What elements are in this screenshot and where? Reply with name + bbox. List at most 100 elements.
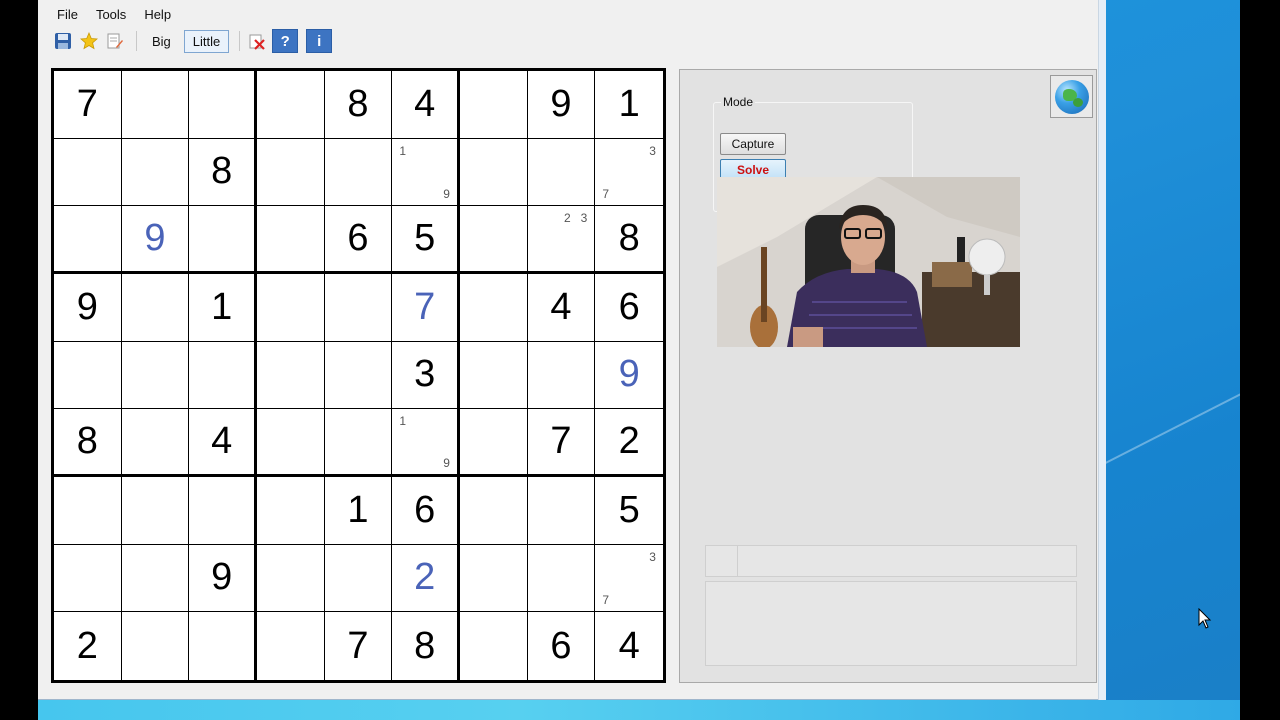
- sudoku-cell[interactable]: [459, 544, 528, 613]
- sudoku-cell[interactable]: [256, 71, 325, 139]
- cell-digit: 8: [414, 624, 436, 667]
- sudoku-cell[interactable]: [324, 273, 393, 342]
- sudoku-cell[interactable]: [256, 409, 325, 477]
- sudoku-cell[interactable]: [189, 71, 257, 139]
- sudoku-cell[interactable]: 9: [595, 342, 663, 410]
- sudoku-cell[interactable]: [121, 138, 190, 207]
- sudoku-cell[interactable]: 1: [189, 273, 257, 342]
- sudoku-cell[interactable]: [122, 612, 190, 680]
- clear-icon[interactable]: [246, 30, 268, 52]
- sudoku-cell[interactable]: [54, 138, 122, 207]
- globe-button[interactable]: [1050, 75, 1093, 118]
- sudoku-cell[interactable]: 9: [189, 544, 257, 613]
- sudoku-cell[interactable]: [121, 476, 190, 545]
- sudoku-cell[interactable]: 6: [392, 476, 460, 545]
- menu-tools[interactable]: Tools: [87, 7, 135, 22]
- sudoku-cell[interactable]: 4: [189, 409, 257, 477]
- sudoku-cell[interactable]: [121, 273, 190, 342]
- sudoku-cell[interactable]: [527, 476, 596, 545]
- sudoku-cell[interactable]: [527, 341, 596, 410]
- sudoku-cell[interactable]: 9: [54, 273, 122, 342]
- sudoku-cell[interactable]: 8: [324, 71, 393, 139]
- sudoku-cell[interactable]: 8: [392, 612, 460, 680]
- little-button[interactable]: Little: [183, 29, 230, 53]
- sudoku-cell[interactable]: 8: [54, 409, 122, 477]
- sudoku-cell[interactable]: 5: [392, 206, 460, 274]
- sudoku-cell[interactable]: [324, 138, 393, 207]
- sudoku-cell[interactable]: 7: [527, 409, 596, 477]
- sudoku-cell[interactable]: 1: [324, 476, 393, 545]
- sudoku-cell[interactable]: 37: [595, 139, 663, 207]
- sudoku-cell[interactable]: [256, 544, 325, 613]
- sudoku-cell[interactable]: 6: [324, 206, 393, 274]
- sudoku-cell[interactable]: 4: [392, 71, 460, 139]
- sudoku-cell[interactable]: 3: [392, 341, 460, 410]
- sudoku-cell[interactable]: 37: [595, 545, 663, 613]
- sudoku-cell[interactable]: [527, 138, 596, 207]
- sudoku-cell[interactable]: [189, 612, 257, 680]
- sudoku-cell[interactable]: 7: [54, 71, 122, 139]
- sudoku-cell[interactable]: [459, 341, 528, 410]
- sudoku-cell[interactable]: 4: [595, 612, 663, 680]
- sudoku-cell[interactable]: 7: [392, 273, 460, 342]
- sudoku-cell[interactable]: [54, 476, 122, 545]
- sudoku-cell[interactable]: [324, 341, 393, 410]
- sudoku-cell[interactable]: [256, 341, 325, 410]
- big-button[interactable]: Big: [143, 30, 180, 53]
- sudoku-cell[interactable]: [54, 544, 122, 613]
- sudoku-cell[interactable]: 19: [392, 138, 460, 207]
- sudoku-cell[interactable]: 8: [595, 206, 663, 274]
- sudoku-cell[interactable]: [54, 341, 122, 410]
- cell-digit: 1: [347, 488, 369, 531]
- sudoku-cell[interactable]: 1: [595, 71, 663, 139]
- sudoku-cell[interactable]: 4: [527, 273, 596, 342]
- help-button[interactable]: ?: [272, 29, 299, 53]
- sudoku-cell[interactable]: [459, 409, 528, 477]
- sudoku-cell[interactable]: [459, 138, 528, 207]
- sudoku-cell[interactable]: 2: [595, 409, 663, 477]
- sudoku-cell[interactable]: [189, 476, 257, 545]
- sudoku-cell[interactable]: 2 3: [527, 206, 596, 274]
- sudoku-cell[interactable]: [324, 544, 393, 613]
- sudoku-cell[interactable]: 19: [392, 409, 460, 477]
- sudoku-cell[interactable]: [256, 206, 325, 274]
- sudoku-cell[interactable]: 9: [121, 206, 190, 274]
- sudoku-cell[interactable]: [459, 206, 528, 274]
- sudoku-cell[interactable]: [460, 612, 528, 680]
- sudoku-cell[interactable]: [459, 273, 528, 342]
- sudoku-cell[interactable]: [189, 206, 257, 274]
- sudoku-cell[interactable]: 8: [189, 138, 257, 207]
- capture-button[interactable]: Capture: [720, 133, 786, 155]
- sudoku-cell[interactable]: 2: [392, 544, 460, 613]
- sudoku-cell[interactable]: [459, 71, 528, 139]
- sudoku-cell[interactable]: 9: [527, 71, 596, 139]
- sudoku-cell[interactable]: [256, 273, 325, 342]
- sudoku-cell[interactable]: [324, 409, 393, 477]
- sudoku-cell[interactable]: [189, 341, 257, 410]
- save-icon[interactable]: [52, 30, 74, 52]
- sudoku-cell[interactable]: [257, 612, 325, 680]
- side-panel: Mode Capture Solve: [679, 69, 1097, 683]
- cell-digit: 7: [414, 285, 436, 328]
- sudoku-cell[interactable]: [121, 409, 190, 477]
- menu-file[interactable]: File: [38, 7, 87, 22]
- sudoku-cell[interactable]: [527, 544, 596, 613]
- sudoku-cell[interactable]: [121, 71, 190, 139]
- sudoku-cell[interactable]: [121, 341, 190, 410]
- info-button[interactable]: i: [306, 29, 333, 53]
- sudoku-cell[interactable]: 6: [595, 274, 663, 342]
- sudoku-cell[interactable]: 7: [325, 612, 393, 680]
- sudoku-cell[interactable]: [54, 206, 122, 274]
- sudoku-cell[interactable]: 5: [595, 477, 663, 545]
- webcam-preview: [717, 177, 1020, 347]
- sudoku-cell[interactable]: [459, 476, 528, 545]
- screen: File Tools Help Big Little ? i 7 8 4 9 1…: [0, 0, 1280, 720]
- edit-icon[interactable]: [104, 30, 126, 52]
- menu-help[interactable]: Help: [135, 7, 180, 22]
- sudoku-cell[interactable]: [256, 476, 325, 545]
- sudoku-cell[interactable]: 2: [54, 612, 122, 680]
- sudoku-cell[interactable]: [256, 138, 325, 207]
- sudoku-cell[interactable]: 6: [528, 612, 596, 680]
- sudoku-cell[interactable]: [121, 544, 190, 613]
- star-icon[interactable]: [78, 30, 100, 52]
